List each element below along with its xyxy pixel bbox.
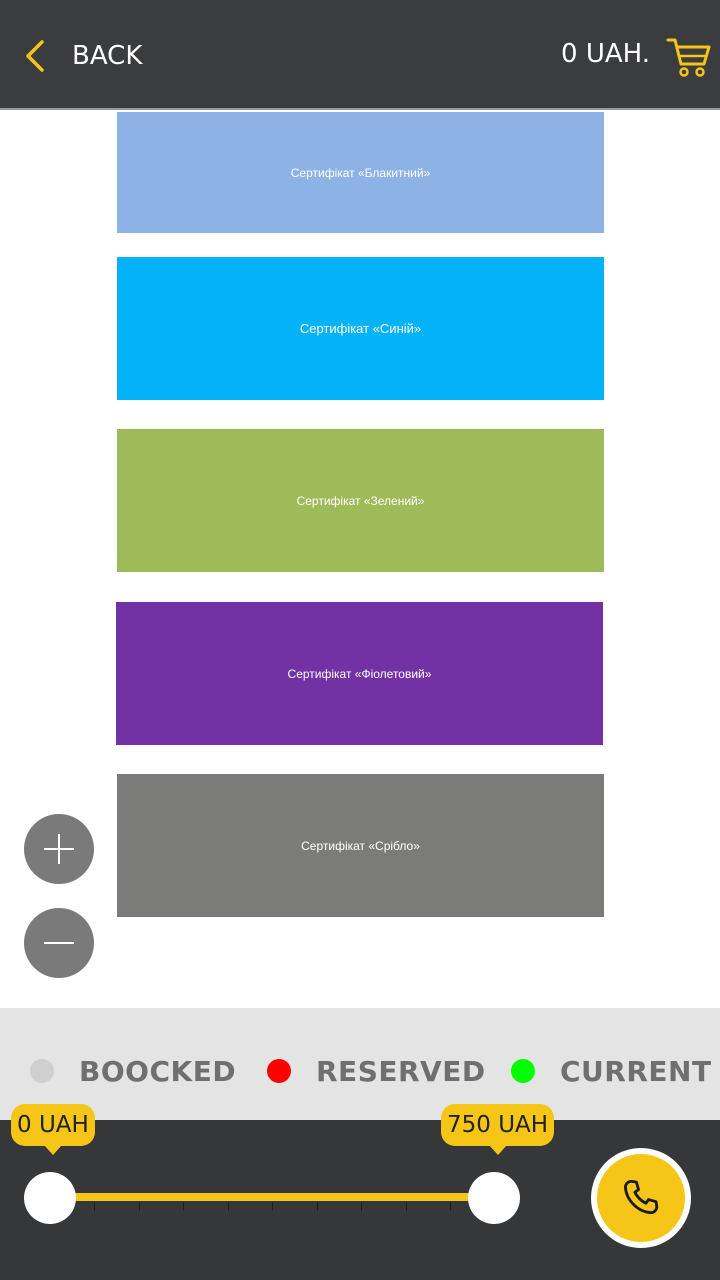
- range-tick: [228, 1202, 229, 1211]
- cart-total: 0 UAH.: [561, 39, 650, 69]
- legend-item-reserved: RESERVED: [267, 1046, 486, 1096]
- plus-icon: [44, 834, 74, 864]
- certificate-label: Сертифікат «Блакитний»: [290, 165, 431, 180]
- zoom-in-button[interactable]: [24, 814, 94, 884]
- range-tick: [139, 1202, 140, 1211]
- certificate-card-green[interactable]: Сертифікат «Зелений»: [117, 429, 604, 572]
- certificate-label: Сертифікат «Срібло»: [301, 838, 420, 853]
- max-price-label: 750 UAH: [441, 1104, 555, 1155]
- range-tick: [183, 1202, 184, 1211]
- call-button[interactable]: [591, 1148, 691, 1248]
- phone-icon: [624, 1179, 659, 1215]
- min-price-label: 0 UAH: [11, 1104, 95, 1155]
- price-range-track[interactable]: [50, 1193, 494, 1201]
- certificate-label: Сертифікат «Фіолетовий»: [287, 666, 432, 681]
- booked-dot: [30, 1059, 54, 1083]
- back-button[interactable]: BACK: [22, 36, 142, 76]
- max-price-handle[interactable]: [468, 1172, 520, 1224]
- certificate-card-violet[interactable]: Сертифікат «Фіолетовий»: [116, 602, 603, 745]
- min-price-handle[interactable]: [24, 1172, 76, 1224]
- status-legend: BOOCKED RESERVED CURRENT: [0, 1008, 720, 1120]
- range-tick: [94, 1202, 95, 1211]
- certificate-map[interactable]: Сертифікат «Блакитний» Сертифікат «Синій…: [0, 112, 720, 1008]
- certificate-card-blue-light[interactable]: Сертифікат «Блакитний»: [117, 112, 604, 233]
- top-bar: BACK 0 UAH.: [0, 0, 720, 110]
- current-dot: [511, 1059, 535, 1083]
- certificate-card-silver[interactable]: Сертифікат «Срібло»: [117, 774, 604, 917]
- range-tick: [361, 1202, 362, 1211]
- legend-label: CURRENT: [560, 1054, 712, 1088]
- certificate-card-blue[interactable]: Сертифікат «Синій»: [117, 257, 604, 400]
- chevron-left-icon: [26, 40, 44, 72]
- bottom-bar: 0 UAH 750 UAH: [0, 1104, 720, 1280]
- minus-icon: [44, 942, 74, 944]
- range-tick: [406, 1202, 407, 1211]
- legend-item-booked: BOOCKED: [30, 1046, 236, 1096]
- reserved-dot: [267, 1059, 291, 1083]
- certificate-label: Сертифікат «Синій»: [299, 321, 422, 336]
- zoom-out-button[interactable]: [24, 908, 94, 978]
- legend-item-current: CURRENT: [511, 1046, 712, 1096]
- range-tick: [272, 1202, 273, 1211]
- back-label: BACK: [72, 41, 143, 71]
- range-tick: [450, 1202, 451, 1211]
- call-button-inner: [597, 1154, 685, 1242]
- cart-icon[interactable]: [666, 34, 712, 80]
- legend-label: BOOCKED: [79, 1054, 237, 1088]
- range-tick: [317, 1202, 318, 1211]
- legend-label: RESERVED: [316, 1054, 486, 1088]
- certificate-label: Сертифікат «Зелений»: [296, 493, 425, 508]
